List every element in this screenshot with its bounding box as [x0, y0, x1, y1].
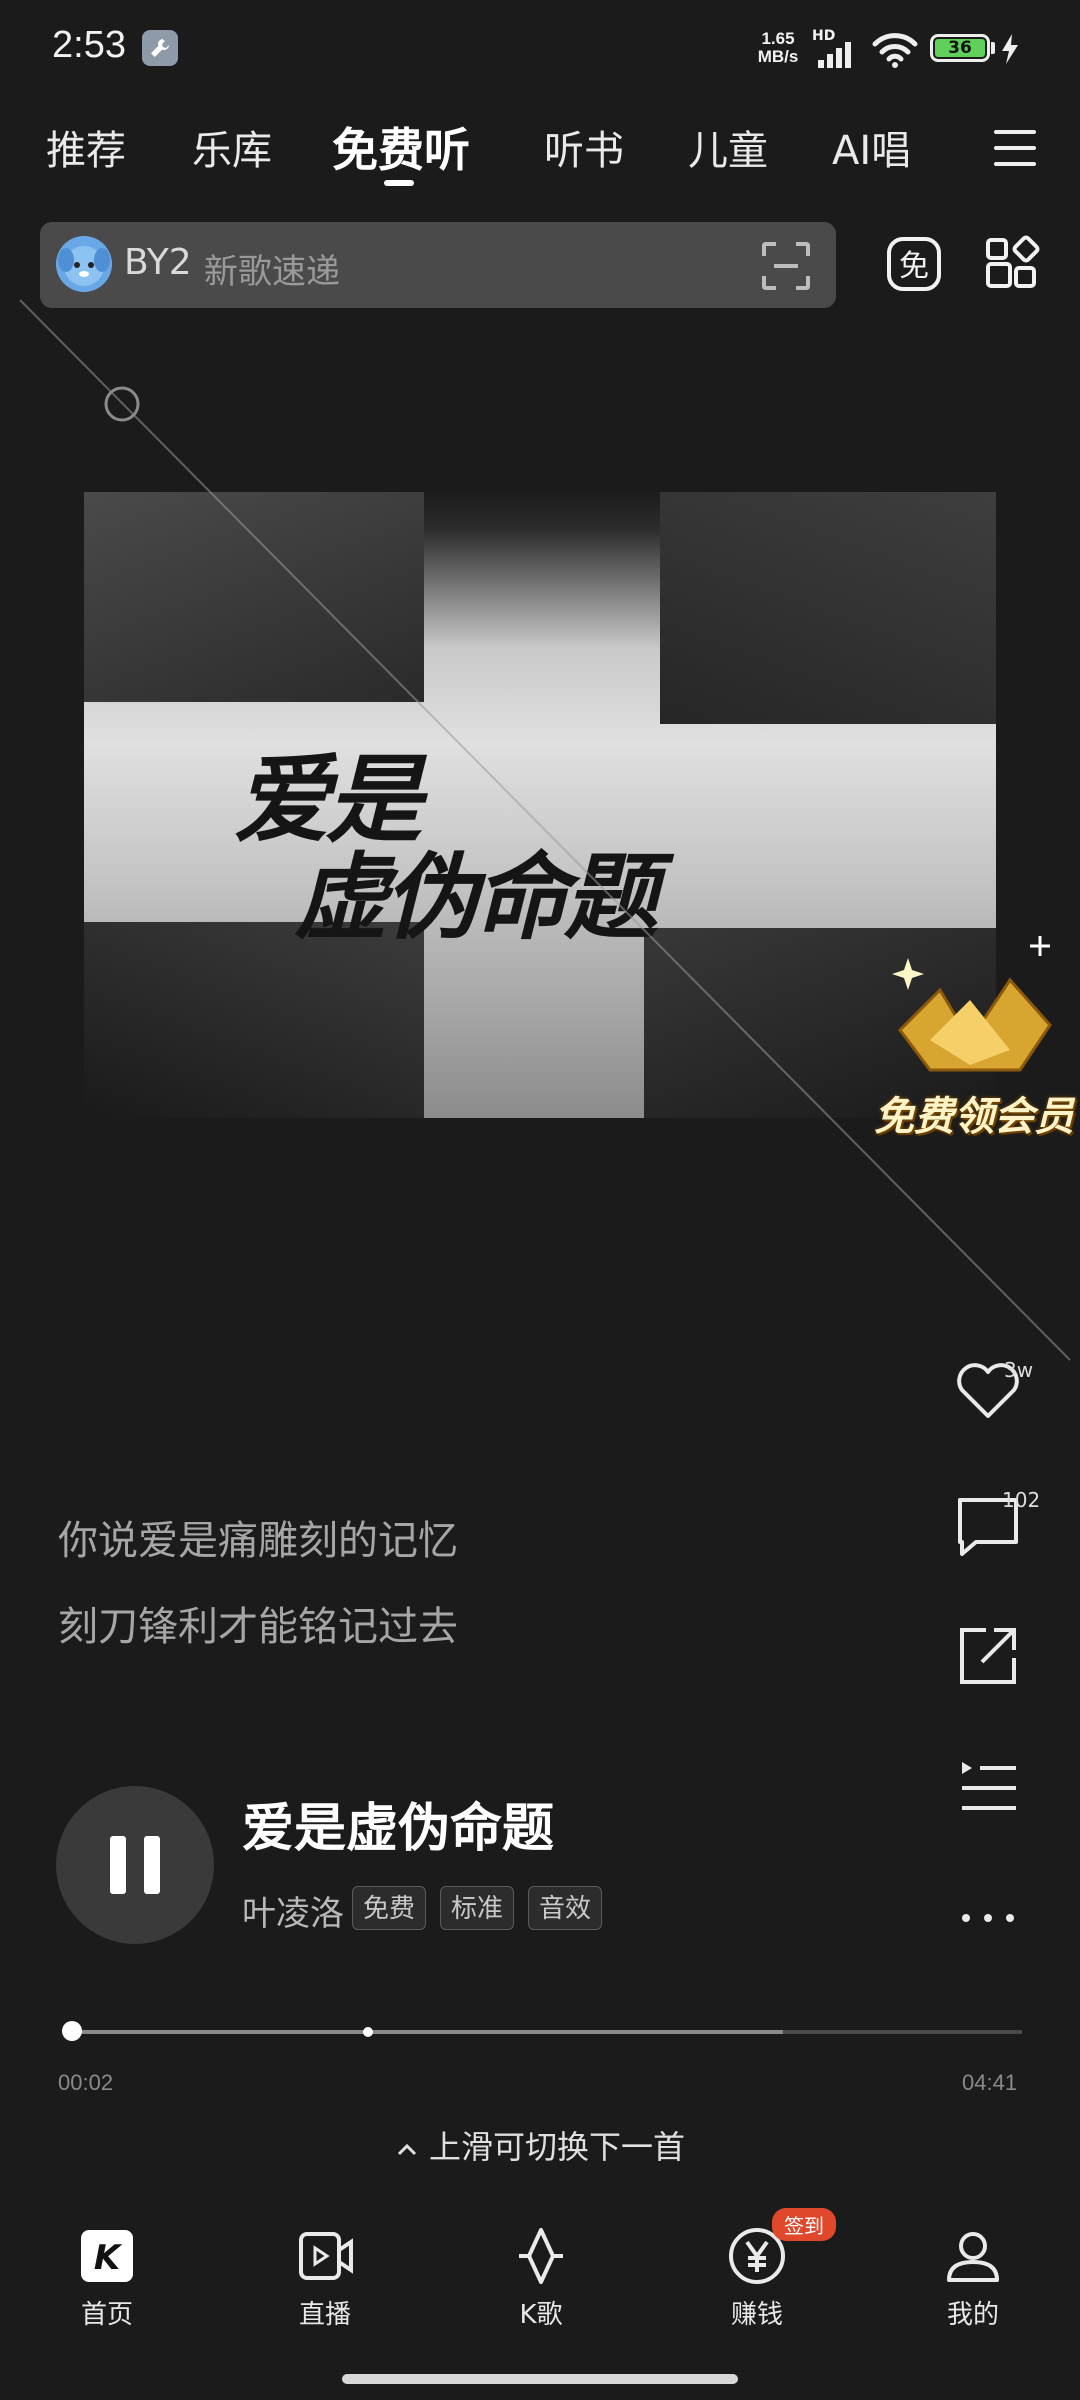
tab-library[interactable]: 乐库 — [192, 118, 272, 176]
free-mode-icon[interactable]: 免 — [884, 234, 944, 294]
more-options-icon[interactable] — [950, 1880, 1026, 1956]
svg-text:K: K — [94, 2238, 123, 2278]
profile-icon — [947, 2232, 999, 2282]
free-vip-badge[interactable]: 免费领会员 — [870, 930, 1074, 1150]
vip-badge-label: 免费领会员 — [874, 1094, 1074, 1140]
song-title[interactable]: 爱是虚伪命题 — [242, 1786, 554, 1861]
battery-level: 36 — [935, 38, 985, 58]
artist-name[interactable]: 叶凌洛 — [242, 1886, 344, 1935]
home-indicator[interactable] — [342, 2374, 738, 2384]
like-count: 3w — [1004, 1358, 1034, 1382]
tab-recommend[interactable]: 推荐 — [46, 118, 126, 176]
search-bar[interactable]: BY2 新歌速递 — [40, 222, 836, 308]
nav-earn[interactable]: 赚钱 签到 — [692, 2208, 836, 2331]
progress-bar[interactable] — [64, 2030, 1022, 2034]
wrench-icon — [142, 30, 178, 66]
lyric-line-1[interactable]: 你说爱是痛雕刻的记忆 — [58, 1508, 458, 1566]
network-speed-unit: MB/s — [757, 47, 799, 66]
lyric-line-2[interactable]: 刻刀锋利才能铭记过去 — [58, 1594, 458, 1652]
nav-karaoke-label: K歌 — [519, 2300, 563, 2330]
nav-home[interactable]: K 首页 — [42, 2226, 172, 2331]
battery-tip — [991, 42, 995, 54]
album-artwork[interactable]: 爱是 虚伪命题 — [84, 492, 996, 1118]
network-speed: 1.65 MB/s — [752, 30, 804, 66]
playlist-icon[interactable] — [950, 1748, 1026, 1824]
tag-quality[interactable]: 标准 — [440, 1886, 515, 1930]
network-speed-value: 1.65 — [761, 29, 795, 48]
signal-icon — [818, 42, 851, 68]
nav-home-label: 首页 — [80, 2300, 133, 2330]
karaoke-icon — [519, 2228, 563, 2284]
apps-grid-icon[interactable] — [982, 234, 1042, 294]
pause-icon — [110, 1836, 160, 1894]
home-k-icon: K — [81, 2230, 133, 2282]
menu-icon[interactable] — [994, 128, 1036, 168]
wifi-icon — [872, 33, 918, 68]
progress-marker — [363, 2027, 373, 2037]
nav-karaoke[interactable]: K歌 — [476, 2226, 606, 2331]
vip-crown-icon — [892, 936, 1052, 1072]
checkin-badge: 签到 — [772, 2208, 836, 2241]
nav-live[interactable]: 直播 — [260, 2226, 390, 2331]
tab-active-indicator — [384, 180, 414, 186]
live-icon — [299, 2232, 353, 2280]
progress-buffered — [64, 2030, 783, 2034]
artwork-title-line2: 虚伪命题 — [294, 843, 658, 953]
status-time: 2:53 — [52, 24, 126, 66]
nav-profile[interactable]: 我的 — [908, 2226, 1038, 2331]
nav-profile-label: 我的 — [946, 2300, 999, 2330]
pause-button[interactable] — [56, 1786, 214, 1944]
mascot-avatar — [56, 236, 112, 292]
share-icon[interactable] — [950, 1618, 1026, 1694]
swipe-hint-text: 上滑可切换下一首 — [428, 2128, 685, 2166]
search-keyword: BY2 — [124, 242, 192, 283]
scan-icon[interactable] — [760, 240, 812, 292]
search-placeholder: 新歌速递 — [204, 252, 340, 292]
nav-live-label: 直播 — [298, 2300, 351, 2330]
nav-earn-label: 赚钱 — [730, 2300, 783, 2330]
tag-free: 免费 — [352, 1886, 427, 1930]
tab-ai-sing[interactable]: AI唱 — [832, 118, 911, 176]
current-time: 00:02 — [58, 2070, 114, 2095]
battery-indicator: 36 — [930, 34, 990, 62]
progress-knob[interactable] — [61, 2021, 82, 2041]
charging-icon — [1002, 34, 1018, 64]
tab-audiobooks[interactable]: 听书 — [544, 118, 624, 176]
comment-count: 102 — [1002, 1488, 1041, 1512]
tab-free-listen[interactable]: 免费听 — [332, 114, 470, 180]
swipe-hint: 上滑可切换下一首 — [0, 2122, 1080, 2168]
chevron-up-icon — [397, 2143, 417, 2156]
svg-text:免: 免 — [899, 249, 929, 284]
tab-kids[interactable]: 儿童 — [688, 118, 768, 176]
total-time: 04:41 — [962, 2070, 1018, 2095]
tag-sound-effect[interactable]: 音效 — [528, 1886, 603, 1930]
